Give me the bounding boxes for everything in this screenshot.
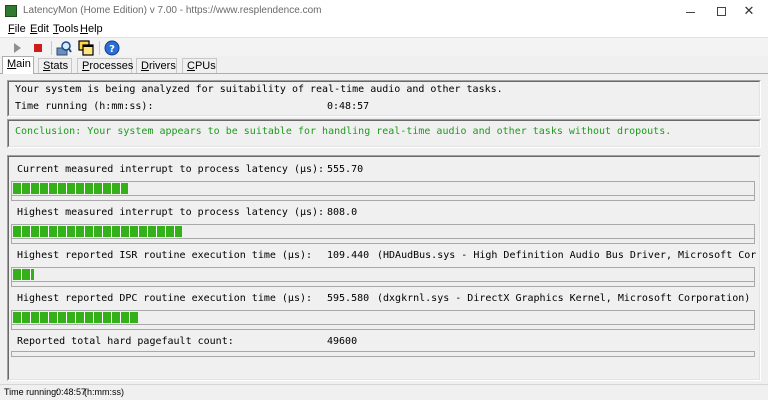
minimize-icon (685, 11, 695, 13)
tab-drivers[interactable]: Drivers (136, 58, 177, 74)
conclusion-text: Conclusion: Your system appears to be su… (15, 126, 672, 137)
menu-tools[interactable]: Tools (53, 23, 79, 35)
pagefault-value: 49600 (327, 336, 358, 347)
metric-value: 109.440 (327, 250, 370, 261)
close-button[interactable]: ✕ (730, 0, 768, 22)
menu-bar: File Edit Tools Help (0, 22, 768, 37)
latency-bar (11, 224, 755, 239)
toolbar-separator (51, 41, 52, 55)
menu-help[interactable]: Help (80, 23, 103, 35)
tab-processes[interactable]: Processes (77, 58, 133, 74)
bar-underline (11, 281, 755, 287)
help-button[interactable]: ? (104, 40, 120, 56)
stop-button[interactable] (30, 40, 46, 56)
metric-label: Highest measured interrupt to process la… (17, 207, 325, 218)
metric-value: 808.0 (327, 207, 358, 218)
app-icon (5, 5, 17, 17)
metric-label: Highest reported ISR routine execution t… (17, 250, 313, 261)
latency-bar-fill (13, 183, 128, 194)
bar-underline (11, 238, 755, 244)
latency-bar (11, 310, 755, 325)
svg-text:?: ? (109, 44, 115, 55)
metric-value: 555.70 (327, 164, 364, 175)
analyze-icon (56, 41, 72, 56)
pagefault-label: Reported total hard pagefault count: (17, 336, 234, 347)
latency-bar-fill (13, 226, 182, 237)
metric-detail: (dxgkrnl.sys - DirectX Graphics Kernel, … (377, 293, 751, 304)
stop-icon (34, 44, 42, 52)
window-title: LatencyMon (Home Edition) v 7.00 - https… (23, 5, 322, 16)
menu-file[interactable]: File (8, 23, 26, 35)
toolbar-separator (99, 41, 100, 55)
analysis-panel: Your system is being analyzed for suitab… (7, 80, 761, 117)
main-panel: Your system is being analyzed for suitab… (0, 73, 768, 384)
status-bar: Time running: 0:48:57 (h:mm:ss) (0, 384, 768, 400)
time-running-label: Time running (h:mm:ss): (15, 101, 154, 112)
latency-bar-fill (13, 312, 138, 323)
tab-stats[interactable]: Stats (38, 58, 72, 74)
status-label: Time running: (4, 387, 59, 397)
windows-icon (78, 40, 94, 56)
close-icon: ✕ (743, 3, 755, 19)
metric-label: Highest reported DPC routine execution t… (17, 293, 313, 304)
conclusion-panel: Conclusion: Your system appears to be su… (7, 119, 761, 148)
tab-bar: Main Stats Processes Drivers CPUs (0, 56, 768, 74)
maximize-icon (716, 6, 726, 16)
title-bar: LatencyMon (Home Edition) v 7.00 - https… (0, 0, 768, 22)
tab-main[interactable]: Main (2, 56, 34, 74)
menu-edit[interactable]: Edit (30, 23, 49, 35)
start-button[interactable] (8, 40, 24, 56)
bar-underline (11, 351, 755, 357)
latency-bar (11, 181, 755, 196)
bar-underline (11, 324, 755, 330)
time-running-value: 0:48:57 (327, 101, 370, 112)
analyze-button[interactable] (56, 40, 72, 56)
status-time-unit: (h:mm:ss) (84, 387, 124, 397)
help-icon: ? (104, 40, 120, 56)
analysis-text: Your system is being analyzed for suitab… (15, 84, 503, 95)
tab-cpus[interactable]: CPUs (182, 58, 217, 74)
bar-underline (11, 195, 755, 201)
play-icon (13, 43, 21, 53)
metric-detail: (HDAudBus.sys - High Definition Audio Bu… (377, 250, 757, 261)
windows-button[interactable] (78, 40, 94, 56)
latency-bar (11, 267, 755, 282)
status-time-value: 0:48:57 (56, 387, 87, 397)
toolbar: ? (0, 37, 768, 57)
metric-label: Current measured interrupt to process la… (17, 164, 325, 175)
metric-value: 595.580 (327, 293, 370, 304)
latency-bar-fill (13, 269, 34, 280)
